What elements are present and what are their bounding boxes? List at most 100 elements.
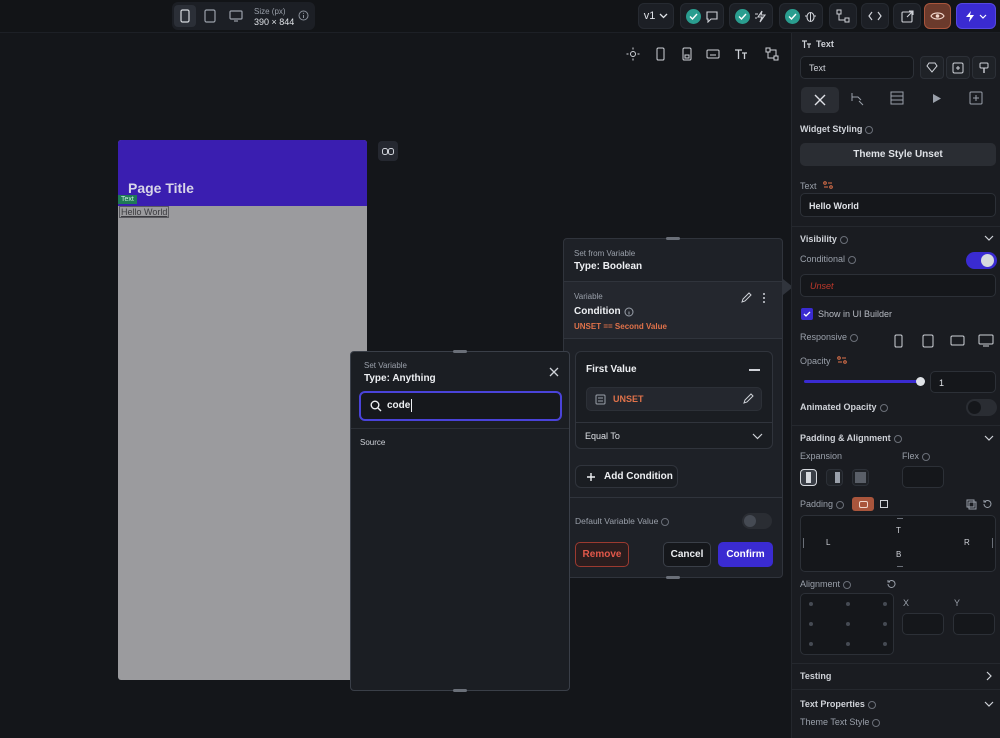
open-external-button[interactable]: [893, 3, 921, 29]
widget-name-input[interactable]: Text: [800, 56, 914, 79]
show-in-ui-builder-checkbox[interactable]: [801, 308, 813, 320]
more-icon[interactable]: [762, 292, 766, 304]
link-icon: [382, 147, 394, 155]
padding-uniform-button[interactable]: [852, 497, 874, 511]
sun-icon: [626, 47, 640, 61]
opacity-slider[interactable]: [804, 380, 921, 383]
theme-style-button[interactable]: Theme Style Unset: [800, 143, 996, 166]
default-value-toggle[interactable]: [742, 513, 772, 529]
edit-icon[interactable]: [742, 393, 754, 405]
tablet-device-button[interactable]: [199, 5, 221, 27]
tab-animations[interactable]: [932, 93, 942, 104]
padding-bottom[interactable]: B: [896, 550, 901, 559]
testing-section[interactable]: Testing: [800, 671, 831, 681]
divider: [792, 689, 1000, 690]
tab-actions[interactable]: [849, 91, 865, 107]
responsive-tablet-icon[interactable]: [922, 334, 934, 348]
condition-card: First Value UNSET Equal To: [575, 351, 773, 449]
variable-section[interactable]: Variable Condition UNSET == Second Value: [564, 281, 782, 339]
edit-icon[interactable]: [740, 292, 752, 304]
search-value: code: [387, 400, 411, 411]
ai-button[interactable]: [946, 56, 970, 79]
conditional-toggle[interactable]: [966, 252, 997, 269]
confirm-button[interactable]: Confirm: [718, 542, 773, 567]
copy-icon[interactable]: [966, 499, 977, 510]
text-properties-section[interactable]: Text Properties: [800, 699, 876, 709]
reset-icon[interactable]: [886, 579, 897, 590]
tools-icon: [814, 94, 826, 106]
link-button[interactable]: [378, 141, 398, 161]
chevron-down-icon[interactable]: [984, 701, 994, 707]
reset-icon[interactable]: [982, 499, 993, 510]
opacity-input[interactable]: 1: [930, 371, 996, 393]
resize-handle[interactable]: [453, 689, 467, 692]
chat-icon: [705, 10, 718, 23]
expansion-shrink-button[interactable]: [800, 469, 817, 486]
preview-button[interactable]: [924, 3, 951, 29]
light-mode-toggle[interactable]: [623, 44, 643, 64]
chevron-up-icon[interactable]: [984, 235, 994, 241]
padding-left[interactable]: L: [826, 538, 830, 547]
chevron-right-icon[interactable]: [986, 671, 992, 681]
responsive-landscape-icon[interactable]: [950, 335, 965, 346]
responsive-desktop-icon[interactable]: [978, 334, 994, 347]
opacity-slider-handle[interactable]: [916, 377, 925, 386]
widget-tree-toggle[interactable]: [762, 44, 782, 64]
operator-dropdown[interactable]: Equal To: [576, 423, 772, 449]
padding-editor[interactable]: T L R B: [800, 515, 996, 572]
padding-right[interactable]: R: [964, 538, 970, 547]
collapse-icon[interactable]: [749, 369, 760, 371]
text-value-input[interactable]: Hello World: [800, 193, 996, 217]
branch-button[interactable]: [829, 3, 857, 29]
resize-handle[interactable]: [666, 576, 680, 579]
opacity-label: Opacity: [800, 356, 847, 366]
expansion-flex-button[interactable]: [826, 469, 843, 486]
align-y-input[interactable]: [953, 613, 995, 635]
run-button[interactable]: [956, 3, 996, 29]
gem-button[interactable]: [920, 56, 944, 79]
first-value-field[interactable]: UNSET: [586, 387, 762, 411]
phone-preview-toggle[interactable]: [650, 44, 670, 64]
padding-individual-button[interactable]: [880, 500, 888, 508]
style-button[interactable]: [972, 56, 996, 79]
align-x-input[interactable]: [902, 613, 944, 635]
bug-icon: [805, 11, 816, 22]
tab-backend[interactable]: [890, 91, 904, 105]
close-icon[interactable]: [549, 367, 559, 377]
alignment-grid[interactable]: [800, 593, 894, 655]
cancel-button[interactable]: Cancel: [663, 542, 711, 567]
tab-properties[interactable]: [801, 87, 839, 113]
comments-status-button[interactable]: [680, 3, 724, 29]
responsive-phone-icon[interactable]: [894, 334, 903, 348]
device-frame-toggle[interactable]: [677, 44, 697, 64]
code-view-button[interactable]: [861, 3, 889, 29]
keyboard-toggle[interactable]: [703, 44, 723, 64]
page-title[interactable]: Page Title: [128, 180, 194, 196]
table-icon: [890, 91, 904, 105]
padding-top[interactable]: T: [896, 526, 901, 535]
size-info-icon[interactable]: [298, 10, 309, 21]
expansion-expand-button[interactable]: [852, 469, 869, 486]
flex-input[interactable]: [902, 466, 944, 488]
search-input[interactable]: code: [359, 391, 562, 421]
text-scale-toggle[interactable]: [731, 44, 751, 64]
resize-handle[interactable]: [453, 350, 467, 353]
desktop-icon: [229, 10, 243, 22]
phone-icon: [180, 9, 190, 23]
conditional-value[interactable]: Unset: [800, 274, 996, 297]
hello-world-text[interactable]: Hello World: [119, 206, 170, 218]
build-status-button[interactable]: [729, 3, 773, 29]
version-selector[interactable]: v1: [638, 3, 674, 29]
desktop-device-button[interactable]: [225, 5, 247, 27]
chevron-down-icon[interactable]: [984, 435, 994, 441]
padding-alignment-section[interactable]: Padding & Alignment: [800, 433, 902, 443]
animated-opacity-label: Animated Opacity: [800, 402, 888, 412]
debug-status-button[interactable]: [779, 3, 823, 29]
visibility-section[interactable]: Visibility: [800, 234, 848, 244]
add-condition-button[interactable]: Add Condition: [575, 465, 678, 488]
tab-docs[interactable]: [969, 91, 983, 105]
animated-opacity-toggle[interactable]: [966, 399, 997, 416]
phone-device-button[interactable]: [174, 5, 196, 27]
resize-handle[interactable]: [666, 237, 680, 240]
remove-button[interactable]: Remove: [575, 542, 629, 567]
